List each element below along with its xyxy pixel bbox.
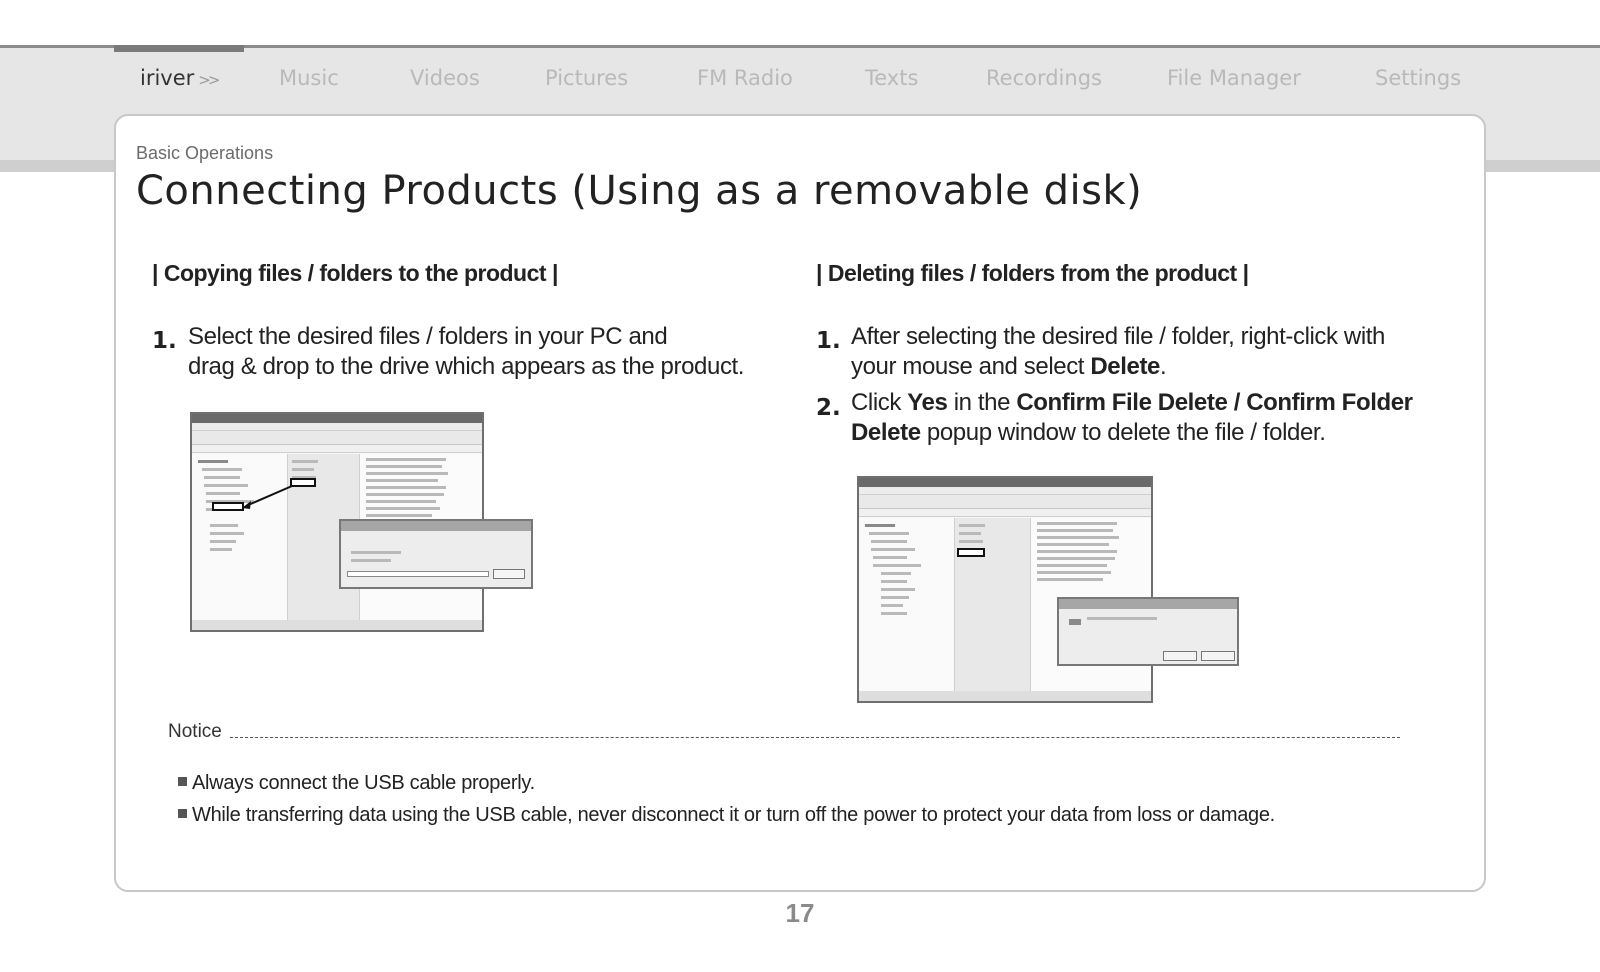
text-span: popup window to delete the file / folder… <box>920 419 1326 446</box>
dialog-titlebar <box>1059 599 1237 609</box>
copy-step-text: Select the desired files / folders in yo… <box>188 322 744 382</box>
delete-step-2-line-1: Click Yes in the Confirm File Delete / C… <box>851 388 1431 418</box>
notice-text: While transferring data using the USB ca… <box>192 804 1275 826</box>
delete-step-2-text: Click Yes in the Confirm File Delete / C… <box>851 388 1431 448</box>
delete-step-2-line-2: Delete popup window to delete the file /… <box>851 418 1431 448</box>
bullet-square-icon <box>178 777 187 786</box>
text-span: . <box>1159 353 1167 380</box>
nav-item-file-manager[interactable]: File Manager <box>1167 66 1301 90</box>
bullet-square-icon <box>178 809 187 818</box>
nav-item-fm-radio[interactable]: FM Radio <box>697 66 793 90</box>
window-menubar <box>859 487 1151 495</box>
delete-keyword: Delete <box>851 419 921 446</box>
delete-step-1-number: 1. <box>816 328 841 354</box>
window-statusbar <box>859 691 1151 701</box>
delete-section-heading: | Deleting files / folders from the prod… <box>816 260 1249 287</box>
delete-confirm-dialog <box>1057 597 1239 666</box>
notice-text: Always connect the USB cable properly. <box>192 772 535 794</box>
page-number: 17 <box>785 898 815 928</box>
window-statusbar <box>192 620 482 630</box>
dialog-yes-button <box>1163 651 1197 661</box>
window-address-bar <box>859 509 1151 517</box>
copy-progress-dialog <box>339 519 533 589</box>
copy-step-number: 1. <box>152 328 177 354</box>
nav-item-settings[interactable]: Settings <box>1375 66 1461 90</box>
copy-step-line-1: Select the desired files / folders in yo… <box>188 323 668 350</box>
text-span: your mouse and select <box>851 353 1091 380</box>
copy-heading-text: Copying files / folders to the product <box>163 260 547 286</box>
active-tab-indicator <box>114 45 244 52</box>
dialog-titlebar <box>341 521 531 531</box>
selected-file-highlight <box>957 548 985 557</box>
page-title: Connecting Products (Using as a removabl… <box>136 168 1143 214</box>
heading-bar-left: | <box>816 260 828 286</box>
notice-item: Always connect the USB cable properly. <box>178 772 535 795</box>
text-span: Click <box>851 389 908 416</box>
notice-item: While transferring data using the USB ca… <box>178 804 1275 827</box>
delete-keyword: Delete <box>1090 353 1160 380</box>
folder-tree <box>859 518 955 691</box>
copy-progress-bar <box>347 571 489 577</box>
window-toolbar <box>859 495 1151 509</box>
nav-brand-iriver[interactable]: iriver >> <box>140 66 220 90</box>
nav-item-videos[interactable]: Videos <box>410 66 480 90</box>
dialog-cancel-button <box>493 569 525 579</box>
nav-item-recordings[interactable]: Recordings <box>986 66 1102 90</box>
text-span: in the <box>947 389 1017 416</box>
delete-step-1-text: After selecting the desired file / folde… <box>851 322 1385 382</box>
file-column-names <box>955 518 1031 691</box>
heading-bar-left: | <box>152 260 164 286</box>
delete-heading-text: Deleting files / folders from the produc… <box>827 260 1237 286</box>
heading-bar-right: | <box>546 260 558 286</box>
nav-item-pictures[interactable]: Pictures <box>545 66 628 90</box>
dialog-no-button <box>1201 651 1235 661</box>
heading-bar-right: | <box>1236 260 1249 286</box>
confirm-dialog-name: Confirm File Delete / Confirm Folder <box>1016 389 1413 416</box>
copy-section-heading: | Copying files / folders to the product… <box>152 260 558 287</box>
nav-item-music[interactable]: Music <box>279 66 339 90</box>
copy-step-line-2: drag & drop to the drive which appears a… <box>188 353 745 380</box>
warning-icon <box>1069 619 1081 625</box>
delete-step-1-line-2: your mouse and select Delete. <box>851 352 1385 382</box>
breadcrumb: Basic Operations <box>136 143 274 163</box>
window-titlebar <box>859 478 1151 487</box>
nav-item-texts[interactable]: Texts <box>865 66 918 90</box>
delete-step-1-line-1: After selecting the desired file / folde… <box>851 323 1385 350</box>
brand-name: iriver <box>140 66 195 90</box>
top-navigation: iriver >> Music Videos Pictures FM Radio … <box>0 62 1600 98</box>
notice-divider <box>230 737 1400 738</box>
yes-keyword: Yes <box>907 389 948 416</box>
brand-arrows-icon: >> <box>198 71 220 89</box>
notice-label: Notice <box>168 721 222 742</box>
delete-step-2-number: 2. <box>816 395 841 421</box>
delete-explorer-screenshot <box>857 476 1153 703</box>
